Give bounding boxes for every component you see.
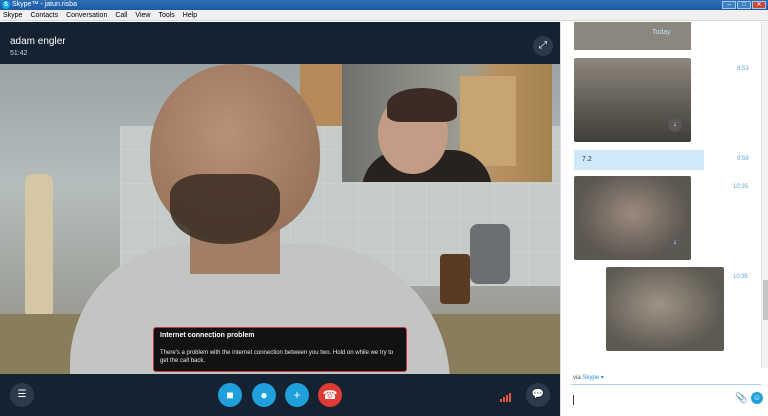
download-icon[interactable]: ↓ — [668, 118, 682, 132]
title-bar: S Skype™ - jatun.risba – □ ✕ — [0, 0, 768, 10]
menu-skype[interactable]: Skype — [3, 10, 22, 20]
image-message[interactable]: ↓ — [574, 58, 691, 142]
self-view-video[interactable] — [342, 64, 552, 182]
self-view-cabinet — [460, 76, 516, 166]
image-message[interactable]: ↓ — [574, 176, 691, 260]
chat-scrollbar[interactable] — [761, 22, 768, 368]
chat-panel: Today ↓ 9:53 7.2 9:59 ↓ 10:35 10:35 via … — [560, 22, 768, 416]
scrollbar-thumb[interactable] — [763, 280, 768, 320]
via-prefix: via — [573, 375, 581, 381]
message-timestamp: 10:35 — [733, 274, 749, 280]
download-icon[interactable]: ↓ — [668, 236, 682, 250]
menu-call[interactable]: Call — [115, 10, 127, 20]
skype-logo-icon: S — [2, 1, 10, 9]
video-person-beard — [170, 174, 280, 244]
emoji-icon[interactable]: ☺ — [751, 392, 763, 404]
attach-icon[interactable]: 📎 — [735, 393, 747, 404]
call-timer: 51:42 — [10, 50, 28, 57]
message-input[interactable]: 📎 ☺ — [571, 384, 763, 412]
message-timestamp: 9:53 — [737, 66, 749, 72]
call-header: adam engler 51:42 ⤢ — [0, 22, 560, 64]
image-message-partial[interactable]: Today — [574, 22, 691, 50]
menu-bar: Skype Contacts Conversation Call View To… — [0, 10, 768, 21]
message-timestamp: 10:35 — [733, 184, 749, 190]
signal-icon — [500, 392, 511, 402]
add-icon[interactable]: + — [285, 383, 309, 407]
message-timestamp: 9:59 — [737, 156, 749, 162]
via-selector[interactable]: via Skype ▾ — [573, 374, 604, 381]
connection-notice: Internet connection problem There's a pr… — [153, 327, 407, 372]
self-view-hair — [387, 88, 457, 122]
maximize-button[interactable]: □ — [737, 1, 751, 9]
menu-tools[interactable]: Tools — [158, 10, 174, 20]
notice-text: There's a problem with the internet conn… — [160, 350, 394, 364]
menu-contacts[interactable]: Contacts — [30, 10, 58, 20]
menu-conversation[interactable]: Conversation — [66, 10, 107, 20]
call-controls: ☰ ■ ● + ☎ 💬 — [0, 374, 560, 416]
video-icon[interactable]: ■ — [218, 383, 242, 407]
today-label: Today — [652, 29, 671, 36]
video-kettle — [470, 224, 510, 284]
call-area: adam engler 51:42 ⤢ Internet connection … — [0, 22, 560, 416]
close-button[interactable]: ✕ — [752, 1, 766, 9]
chat-history[interactable]: Today ↓ 9:53 7.2 9:59 ↓ 10:35 10:35 — [561, 22, 761, 368]
image-message[interactable] — [606, 267, 724, 351]
video-jar — [440, 254, 470, 304]
minimize-button[interactable]: – — [722, 1, 736, 9]
caller-name: adam engler — [10, 36, 66, 47]
via-service: Skype — [582, 375, 600, 381]
end-call-icon[interactable]: ☎ — [318, 383, 342, 407]
chevron-down-icon: ▾ — [600, 375, 604, 381]
microphone-icon[interactable]: ● — [252, 383, 276, 407]
menu-help[interactable]: Help — [183, 10, 197, 20]
notice-title: Internet connection problem — [160, 332, 255, 339]
window-title: Skype™ - jatun.risba — [12, 1, 77, 8]
text-message: 7.2 — [574, 150, 704, 170]
text-caret — [573, 395, 574, 405]
list-icon[interactable]: ☰ — [10, 383, 34, 407]
menu-view[interactable]: View — [135, 10, 150, 20]
video-bottle — [25, 174, 53, 314]
window-controls: – □ ✕ — [722, 1, 766, 9]
expand-icon[interactable]: ⤢ — [533, 36, 553, 56]
chat-icon[interactable]: 💬 — [526, 383, 550, 407]
